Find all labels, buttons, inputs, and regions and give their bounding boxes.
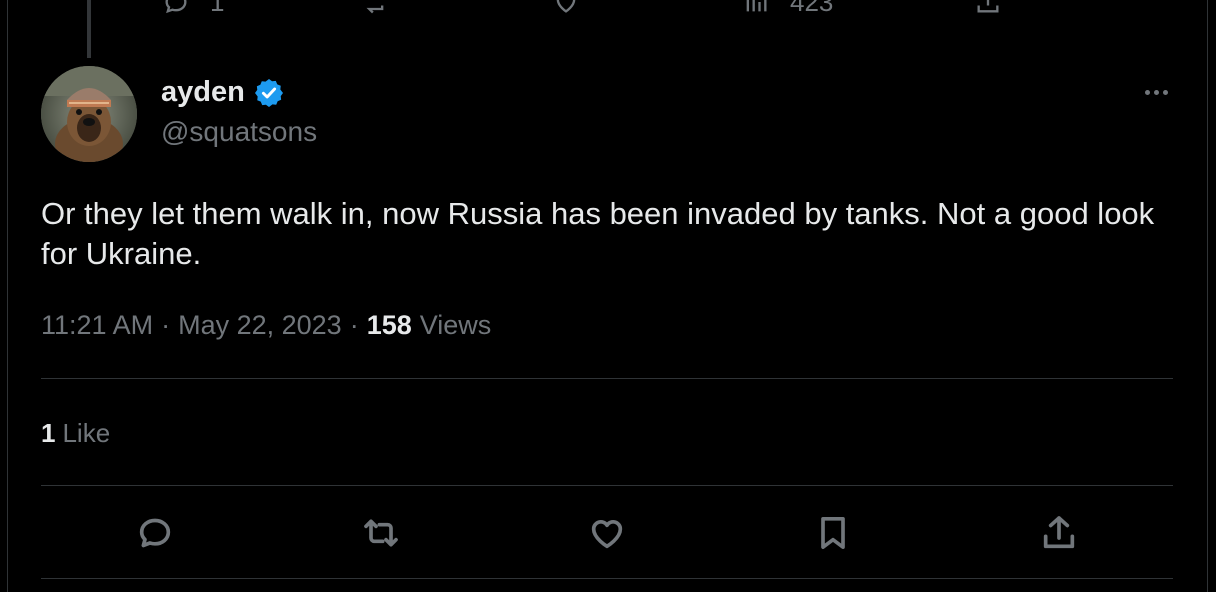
tweet-views-count[interactable]: 158 [367, 310, 412, 341]
reply-icon [165, 0, 187, 14]
parent-retweet-button[interactable] [360, 0, 388, 16]
likes-summary[interactable]: 1 Like [41, 418, 110, 449]
like-count: 1 [41, 418, 56, 448]
tweet-time[interactable]: 11:21 AM [41, 310, 153, 341]
share-icon [1043, 516, 1075, 549]
meta-separator: · [161, 310, 171, 340]
like-button[interactable] [582, 508, 632, 558]
tweet-metadata: 11:21 AM · May 22, 2023 · 158 Views [41, 310, 491, 341]
tweet-detail-view: 1 423 ayden @squatsons Or they let them … [0, 0, 1216, 592]
meta-separator: · [349, 310, 359, 340]
verified-badge-icon [253, 77, 285, 109]
reply-icon [139, 518, 171, 548]
author-handle[interactable]: @squatsons [161, 116, 317, 148]
heart-icon [556, 0, 576, 13]
retweet-icon [364, 519, 398, 547]
more-dot-icon [1144, 89, 1150, 95]
share-icon [977, 0, 999, 13]
author-name-row[interactable]: ayden [161, 76, 285, 109]
more-dot-icon [1153, 89, 1159, 95]
reply-button[interactable] [130, 508, 180, 558]
divider [41, 578, 1173, 579]
avatar[interactable] [41, 66, 137, 162]
bookmark-button[interactable] [808, 508, 858, 558]
divider [41, 378, 1173, 379]
retweet-icon [366, 5, 384, 14]
like-label: Like [62, 418, 111, 448]
tweet-text: Or they let them walk in, now Russia has… [41, 196, 1155, 271]
share-button[interactable] [1034, 508, 1084, 558]
parent-reply-count: 1 [210, 0, 225, 17]
author-display-name[interactable]: ayden [161, 76, 245, 109]
dog-wearing-beanie-avatar-icon [41, 66, 137, 162]
heart-icon [591, 520, 623, 549]
more-dot-icon [1162, 89, 1168, 95]
parent-views-button[interactable]: 423 [742, 0, 833, 18]
tweet-date[interactable]: May 22, 2023 [178, 310, 342, 341]
column-border-right [1207, 0, 1208, 592]
tweet-views-label[interactable]: Views [420, 310, 492, 341]
divider [41, 485, 1173, 486]
analytics-icon [746, 0, 767, 12]
bookmark-icon [821, 517, 845, 549]
column-border-left [7, 0, 8, 592]
tweet-action-bar [0, 508, 1216, 558]
more-options-button[interactable] [1136, 78, 1176, 106]
retweet-button[interactable] [356, 508, 406, 558]
thread-connector-line [87, 0, 91, 58]
parent-tweet-action-bar: 1 423 [150, 0, 1050, 18]
parent-like-button[interactable] [552, 0, 580, 16]
parent-views-count: 423 [790, 0, 834, 17]
parent-reply-button[interactable]: 1 [162, 0, 224, 18]
parent-share-button[interactable] [974, 0, 1002, 16]
